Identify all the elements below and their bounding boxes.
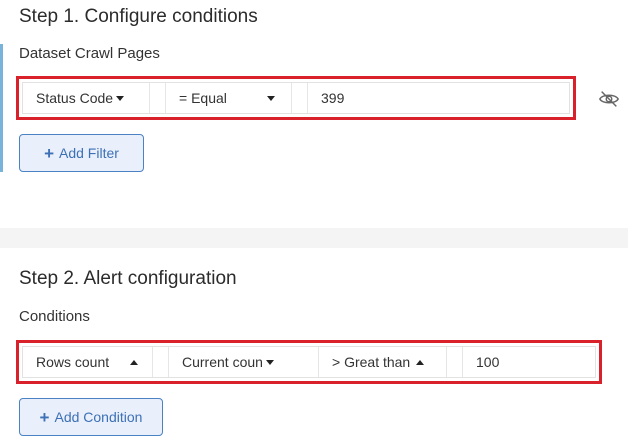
chevron-down-icon [116, 95, 125, 101]
cell-divider [292, 83, 308, 113]
comparison-select[interactable]: > Great than [319, 347, 447, 377]
comparison-select-value: > Great than [332, 354, 411, 370]
filter-row: Status Code = Equal 399 [16, 76, 576, 120]
condition-row-inner: Rows count Current coun > Great than 100 [22, 346, 596, 378]
chevron-up-icon [416, 359, 425, 365]
step2-title: Step 2. Alert configuration [19, 268, 237, 289]
value-input-text: 399 [321, 90, 345, 106]
add-filter-button[interactable]: + Add Filter [19, 134, 144, 172]
plus-icon: + [39, 407, 50, 427]
add-filter-label: Add Filter [59, 145, 119, 161]
cell-divider [447, 347, 463, 377]
threshold-input-text: 100 [476, 354, 500, 370]
metric-select-value: Rows count [36, 354, 110, 370]
chevron-down-icon [265, 359, 274, 365]
chevron-down-icon [267, 95, 275, 101]
operator-select-value: = Equal [179, 90, 227, 106]
field-select-value: Status Code [36, 90, 114, 106]
chevron-up-icon [130, 359, 138, 365]
value-input[interactable]: 399 [308, 83, 569, 113]
threshold-input[interactable]: 100 [463, 347, 595, 377]
filter-row-inner: Status Code = Equal 399 [22, 82, 570, 114]
cell-divider [153, 347, 169, 377]
section-accent-bar [0, 44, 3, 172]
dataset-label: Dataset Crawl Pages [19, 45, 160, 62]
operator-select[interactable]: = Equal [166, 83, 292, 113]
period-select[interactable]: Current coun [169, 347, 319, 377]
eye-off-icon[interactable] [598, 88, 620, 110]
conditions-label: Conditions [19, 308, 90, 325]
plus-icon: + [44, 143, 54, 163]
metric-select[interactable]: Rows count [23, 347, 153, 377]
field-select[interactable]: Status Code [23, 83, 150, 113]
step1-title: Step 1. Configure conditions [19, 6, 258, 27]
period-select-value: Current coun [182, 354, 263, 370]
cell-divider [150, 83, 166, 113]
add-condition-label: Add Condition [54, 409, 143, 425]
add-condition-button[interactable]: + Add Condition [19, 398, 163, 436]
condition-row: Rows count Current coun > Great than 100 [16, 340, 602, 384]
section-divider [0, 228, 628, 248]
